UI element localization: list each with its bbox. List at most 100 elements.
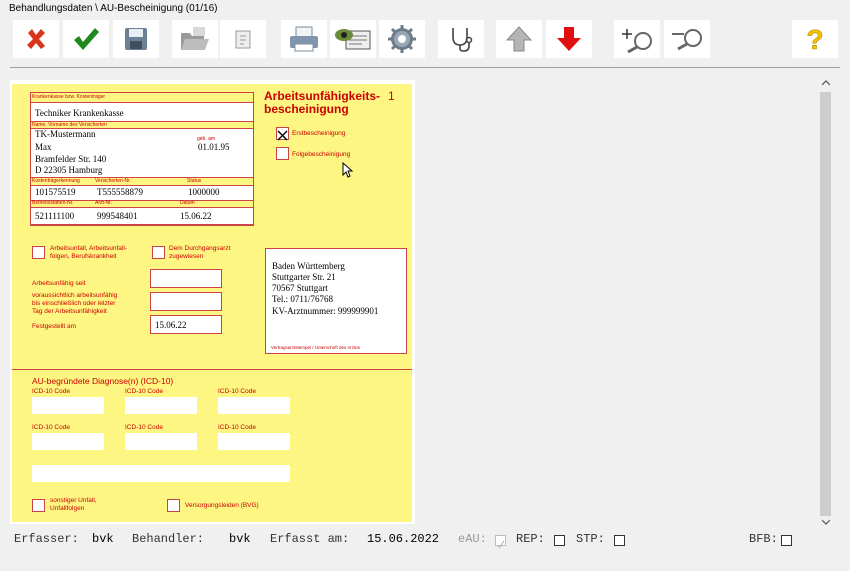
dob-value: 01.01.95 <box>198 142 230 152</box>
au-bis-label-1: voraussichtlich arbeitsunfähig <box>32 292 118 299</box>
versorgung-label: Versorgungsleiden (BVG) <box>185 502 259 509</box>
arzt-label: Arzt-Nr. <box>95 200 112 206</box>
section-divider <box>12 369 412 370</box>
kassen-value: 101575519 <box>35 187 76 197</box>
window-title: Behandlungsdaten \ AU-Bescheinigung (01/… <box>9 3 218 14</box>
first-name-value: Max <box>35 142 52 152</box>
durchgangsarzt-label-2: zugewiesen <box>169 253 204 260</box>
icd-field-3[interactable] <box>218 397 290 414</box>
title-bar: Behandlungsdaten \ AU-Bescheinigung (01/… <box>0 0 850 18</box>
erstbescheinigung-checkbox[interactable] <box>276 127 289 141</box>
cancel-button[interactable] <box>13 20 59 58</box>
scroll-up-icon[interactable] <box>822 80 830 86</box>
sonstiger-unfall-checkbox[interactable] <box>32 499 45 512</box>
bfb-checkbox[interactable] <box>781 535 792 546</box>
view-button[interactable] <box>330 20 376 58</box>
form-title-line2: bescheinigung <box>264 102 349 116</box>
doctor-line1: Baden Württemberg <box>272 261 345 271</box>
print-button[interactable] <box>281 20 327 58</box>
toolbar: ? <box>0 18 850 62</box>
stethoscope-icon <box>452 28 473 52</box>
toolbar-divider <box>10 67 840 68</box>
arzt-value: 999548401 <box>97 211 138 221</box>
versicherten-value: T555558879 <box>97 187 143 197</box>
help-button[interactable]: ? <box>792 20 838 58</box>
street-value: Bramfelder Str. 140 <box>35 154 107 164</box>
icd-field-2[interactable] <box>125 397 197 414</box>
au-bis-label-3: Tag der Arbeitsunfähigkeit <box>32 308 107 315</box>
sonstiger-label-2: Unfallfolgen <box>50 505 85 512</box>
doctor-line4: Tel.: 0711/76768 <box>272 294 334 304</box>
gear-icon <box>388 25 416 53</box>
bfb-label: BFB: <box>749 532 778 546</box>
form-title-line1: Arbeitsunfähigkeits- <box>264 89 381 103</box>
icd-field-5[interactable] <box>125 433 197 450</box>
mouse-cursor-icon <box>342 162 354 178</box>
open-folder-button[interactable] <box>172 20 218 58</box>
rep-checkbox[interactable] <box>554 535 565 546</box>
behandler-value: bvk <box>229 532 251 546</box>
arbeitsunfall-label-1: Arbeitsunfall, Arbeitsunfall- <box>50 245 127 252</box>
down-button[interactable] <box>546 20 592 58</box>
checkmark-icon <box>74 28 99 50</box>
eau-label: eAU: <box>458 532 487 546</box>
stamp-label: Vertragsarztstempel / Unterschrift des A… <box>271 345 361 350</box>
up-button[interactable] <box>496 20 542 58</box>
datum-value: 15.06.22 <box>180 211 212 221</box>
icd-label-3: ICD-10 Code <box>218 388 256 395</box>
au-bis-field[interactable] <box>150 292 222 311</box>
folder-icon <box>181 27 209 50</box>
icd-field-1[interactable] <box>32 397 104 414</box>
scroll-down-icon[interactable] <box>822 519 830 525</box>
confirm-button[interactable] <box>63 20 109 58</box>
au-seit-label: Arbeitsunfähig seit <box>32 280 86 287</box>
erfasser-label: Erfasser: <box>14 532 79 546</box>
settings-button[interactable] <box>379 20 425 58</box>
floppy-disk-icon <box>125 28 147 50</box>
durchgangsarzt-checkbox[interactable] <box>152 246 165 259</box>
au-seit-field[interactable] <box>150 269 222 288</box>
doctor-line2: Stuttgarter Str. 21 <box>272 272 336 282</box>
versicherten-label: Versicherten-Nr. <box>95 178 131 184</box>
arbeitsunfall-checkbox[interactable] <box>32 246 45 259</box>
zoom-out-icon <box>672 29 702 51</box>
kassen-label: Kostenträgerkennung <box>32 178 80 184</box>
erfasst-label: Erfasst am: <box>270 532 350 546</box>
save-button[interactable] <box>113 20 159 58</box>
betriebs-value: 521111100 <box>35 211 75 221</box>
eau-checkbox <box>495 535 506 549</box>
help-icon: ? <box>806 25 824 53</box>
svg-text:?: ? <box>806 25 823 53</box>
printer-icon <box>290 26 318 52</box>
diagnose-text-field[interactable] <box>32 465 290 482</box>
icd-field-6[interactable] <box>218 433 290 450</box>
erfasst-value: 15.06.2022 <box>367 532 440 546</box>
datum-label: Datum <box>180 200 195 206</box>
status-label: Status <box>187 178 202 184</box>
festgestellt-label: Festgestellt am <box>32 323 77 330</box>
status-value: 1000000 <box>188 187 220 197</box>
eye-document-icon <box>335 29 371 50</box>
zoom-out-button[interactable] <box>664 20 710 58</box>
stp-checkbox[interactable] <box>614 535 625 546</box>
checkbox-x-icon <box>277 130 288 141</box>
doctor-line3: 70567 Stuttgart <box>272 283 328 293</box>
folgebescheinigung-checkbox[interactable] <box>276 147 289 160</box>
icd-label-1: ICD-10 Code <box>32 388 70 395</box>
last-name-value: TK-Mustermann <box>35 129 96 139</box>
rep-label: REP: <box>516 532 545 546</box>
folgebescheinigung-label: Folgebescheinigung <box>292 151 351 158</box>
document-button[interactable] <box>220 20 266 58</box>
versorgungsleiden-checkbox[interactable] <box>167 499 180 512</box>
scrollbar-thumb[interactable] <box>820 92 831 516</box>
icd-label-6: ICD-10 Code <box>218 424 256 431</box>
icd-field-4[interactable] <box>32 433 104 450</box>
arrow-up-icon <box>506 26 532 52</box>
insurer-value: Techniker Krankenkasse <box>35 108 124 118</box>
arbeitsunfall-label-2: folgen, Berufskrankheit <box>50 253 117 260</box>
city-value: D 22305 Hamburg <box>35 165 103 175</box>
zoom-in-button[interactable] <box>614 20 660 58</box>
arrow-down-icon <box>557 27 581 51</box>
stp-label: STP: <box>576 532 605 546</box>
stethoscope-button[interactable] <box>438 20 484 58</box>
